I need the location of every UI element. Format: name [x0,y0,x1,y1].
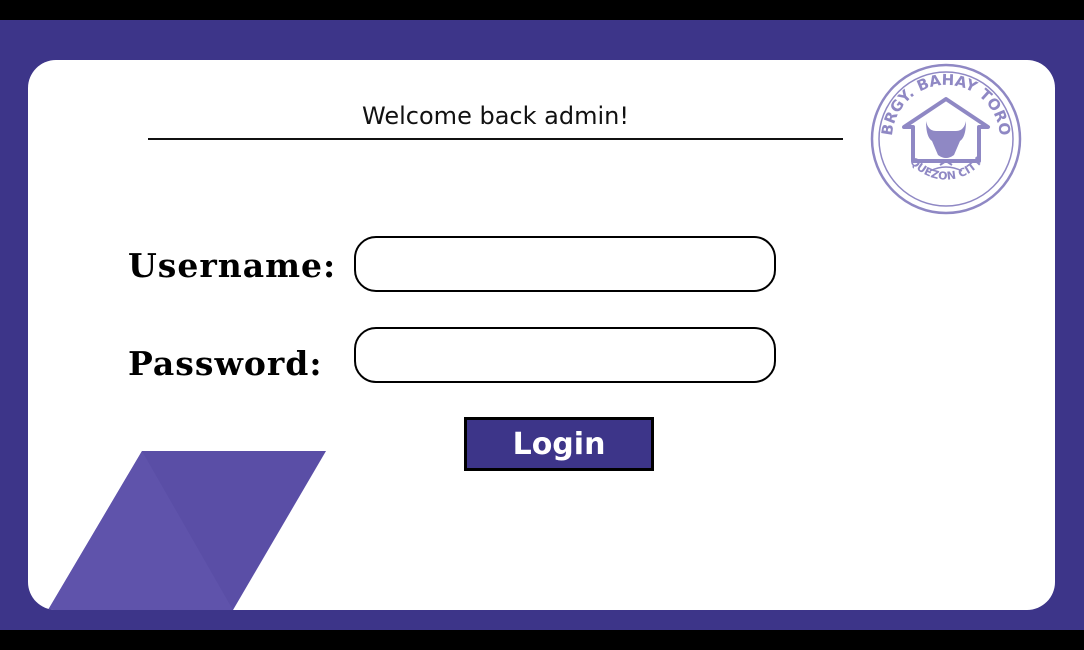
app-frame: Welcome back admin! Username: Password: … [0,20,1084,630]
barangay-seal: BRGY. BAHAY TORO QUEZON CITY [870,63,1022,215]
login-card: Welcome back admin! Username: Password: … [28,60,1055,610]
